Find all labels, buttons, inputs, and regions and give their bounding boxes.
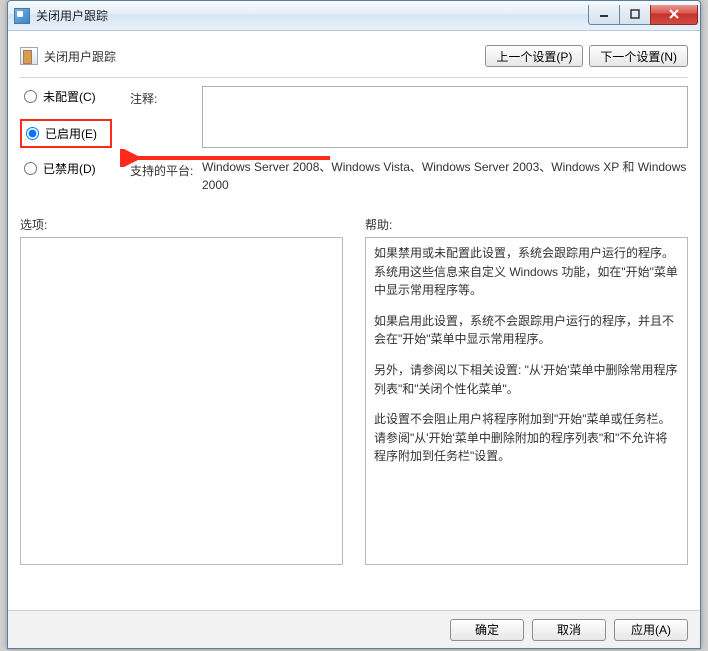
apply-button[interactable]: 应用(A) xyxy=(614,619,688,641)
state-radio-group: 未配置(C) 已启用(E) 已禁用(D) xyxy=(20,86,130,191)
help-p4: 此设置不会阻止用户将程序附加到"开始"菜单或任务栏。请参阅"从'开始'菜单中删除… xyxy=(374,410,679,466)
radio-disabled-label: 已禁用(D) xyxy=(43,160,96,177)
maximize-button[interactable] xyxy=(619,5,651,25)
minimize-button[interactable] xyxy=(588,5,620,25)
help-p2: 如果启用此设置，系统不会跟踪用户运行的程序，并且不会在"开始"菜单中显示常用程序… xyxy=(374,312,679,349)
content-area: 关闭用户跟踪 上一个设置(P) 下一个设置(N) 未配置(C) 已启用(E) xyxy=(8,31,700,648)
radio-enabled-input[interactable] xyxy=(26,127,39,140)
policy-title: 关闭用户跟踪 xyxy=(44,48,116,65)
divider xyxy=(20,77,688,78)
radio-enabled-label: 已启用(E) xyxy=(45,125,97,142)
help-pane: 如果禁用或未配置此设置，系统会跟踪用户运行的程序。系统用这些信息来自定义 Win… xyxy=(365,237,688,565)
comment-label: 注释: xyxy=(130,86,202,148)
help-p1: 如果禁用或未配置此设置，系统会跟踪用户运行的程序。系统用这些信息来自定义 Win… xyxy=(374,244,679,300)
header-row: 关闭用户跟踪 上一个设置(P) 下一个设置(N) xyxy=(20,41,688,75)
platform-text: Windows Server 2008、Windows Vista、Window… xyxy=(202,158,688,194)
close-button[interactable] xyxy=(650,5,698,25)
next-setting-button[interactable]: 下一个设置(N) xyxy=(589,45,688,67)
radio-not-configured-label: 未配置(C) xyxy=(43,88,96,105)
title-bar[interactable]: 关闭用户跟踪 xyxy=(8,1,700,31)
help-label: 帮助: xyxy=(365,216,688,233)
platform-label: 支持的平台: xyxy=(130,158,202,194)
comment-textarea[interactable] xyxy=(202,86,688,148)
radio-not-configured[interactable]: 未配置(C) xyxy=(20,88,130,105)
options-label: 选项: xyxy=(20,216,343,233)
window-title: 关闭用户跟踪 xyxy=(36,7,589,24)
app-icon xyxy=(14,8,30,24)
radio-enabled[interactable]: 已启用(E) xyxy=(20,119,112,148)
cancel-button[interactable]: 取消 xyxy=(532,619,606,641)
help-p3: 另外，请参阅以下相关设置: "从'开始'菜单中删除常用程序列表"和"关闭个性化菜… xyxy=(374,361,679,398)
radio-disabled-input[interactable] xyxy=(24,162,37,175)
policy-icon xyxy=(20,47,38,65)
radio-not-configured-input[interactable] xyxy=(24,90,37,103)
dialog-window: 关闭用户跟踪 关闭用户跟踪 上一个设置(P) 下一个设置(N) xyxy=(7,0,701,649)
ok-button[interactable]: 确定 xyxy=(450,619,524,641)
prev-setting-button[interactable]: 上一个设置(P) xyxy=(485,45,583,67)
radio-disabled[interactable]: 已禁用(D) xyxy=(20,160,130,177)
window-controls xyxy=(589,5,698,27)
button-bar: 确定 取消 应用(A) xyxy=(8,610,700,648)
options-pane xyxy=(20,237,343,565)
